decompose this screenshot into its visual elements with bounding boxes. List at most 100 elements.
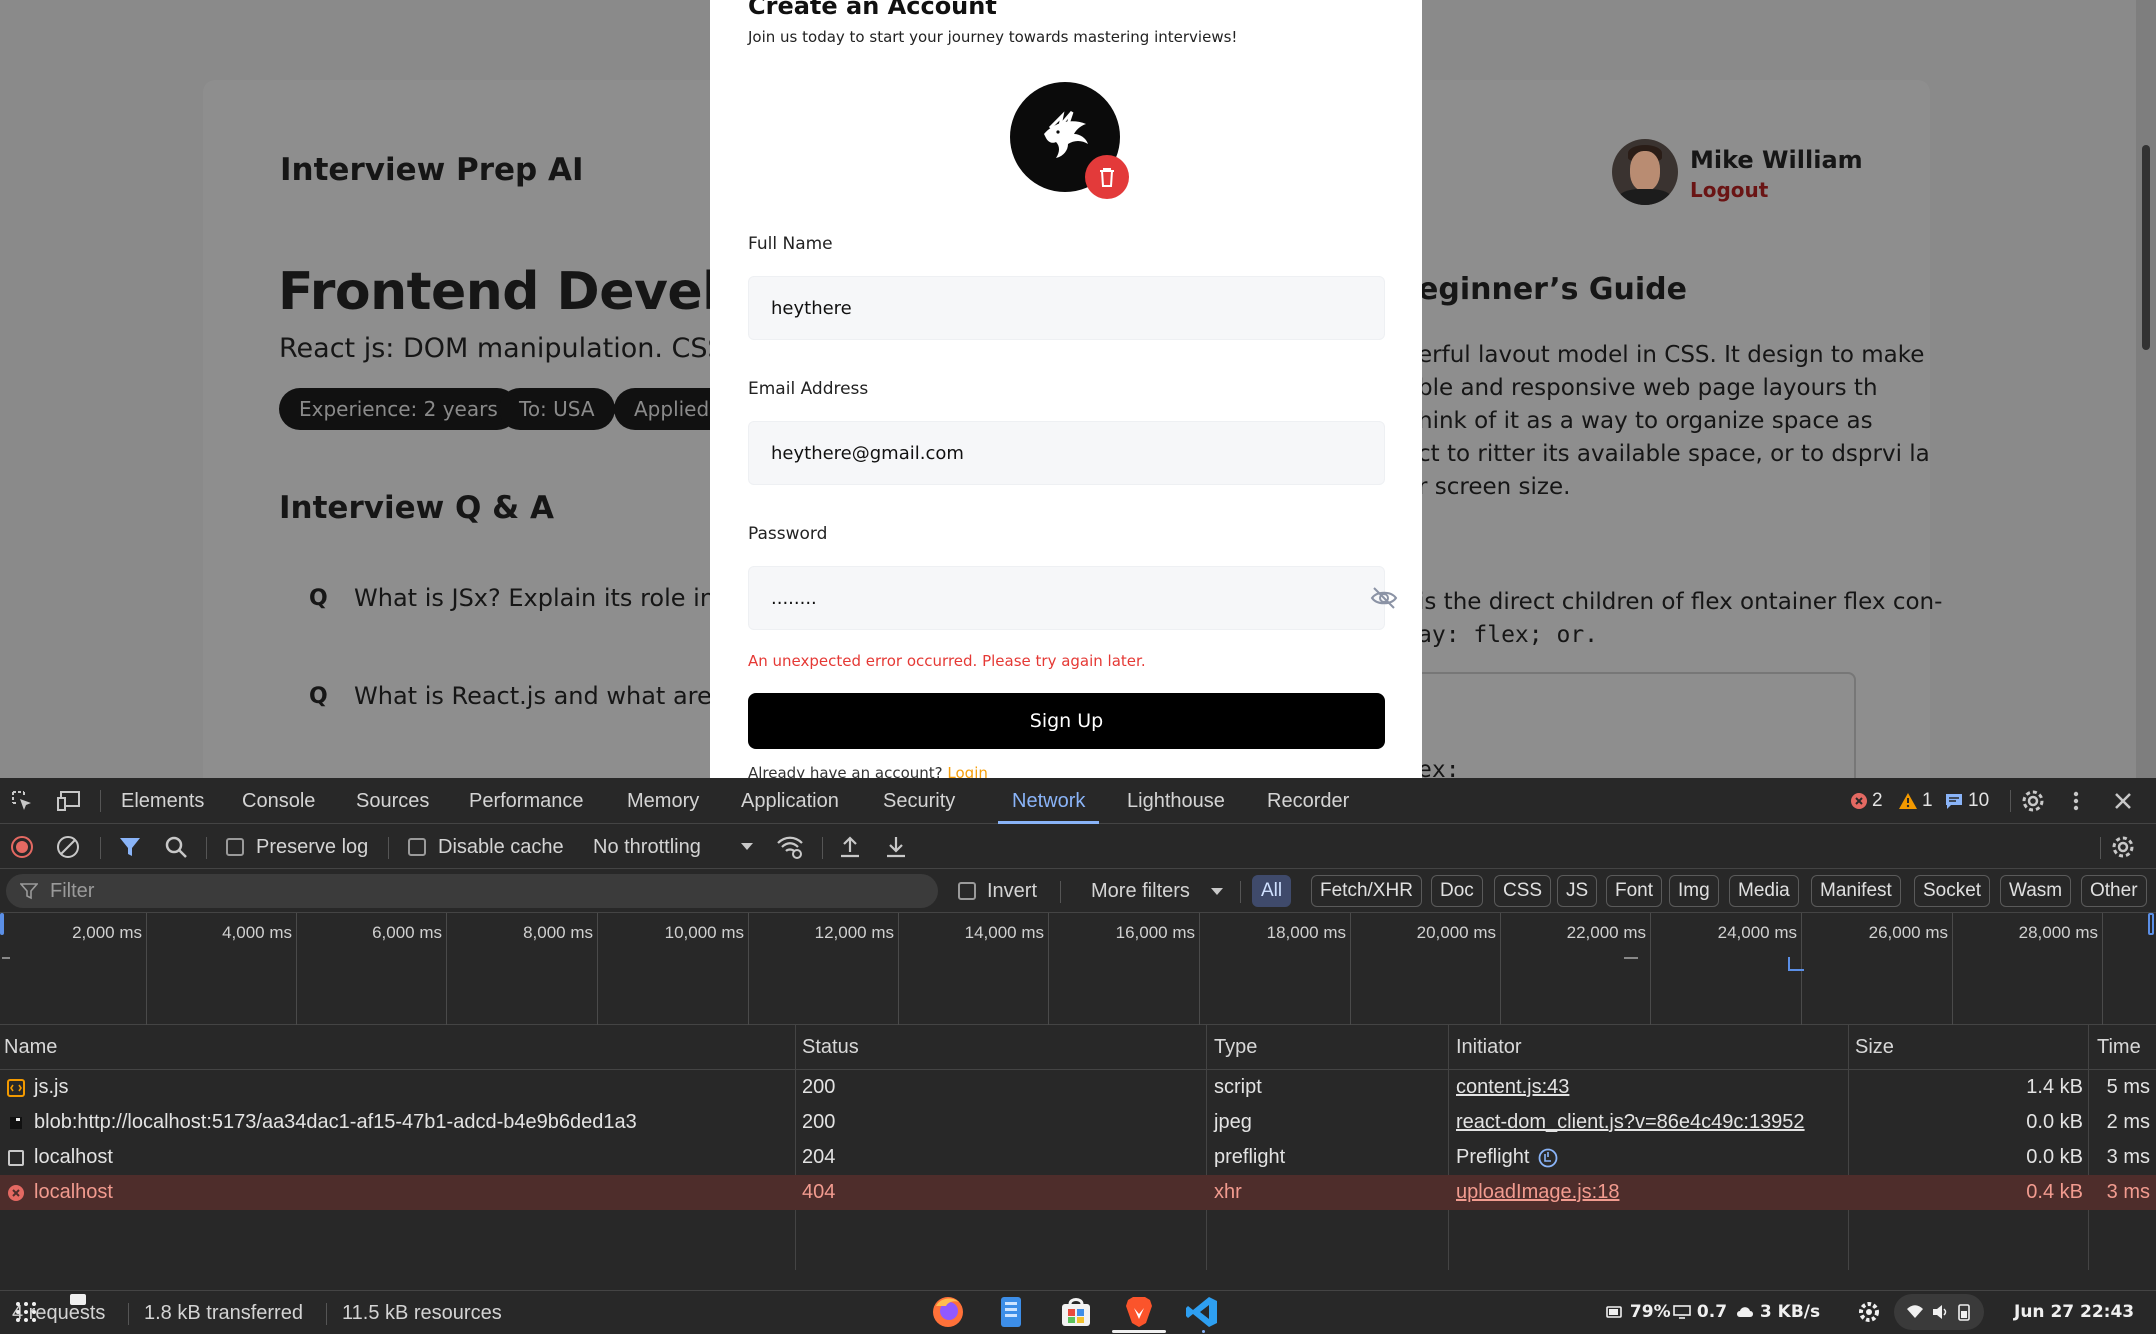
question-text[interactable]: What is JSx? Explain its role in Re bbox=[354, 584, 753, 612]
filter-chip-doc[interactable]: Doc bbox=[1431, 875, 1483, 907]
preserve-log-label[interactable]: Preserve log bbox=[256, 825, 368, 869]
table-row[interactable]: blob:http://localhost:5173/aa34dac1-af15… bbox=[0, 1105, 2156, 1140]
filter-chip-fetch-xhr[interactable]: Fetch/XHR bbox=[1311, 875, 1422, 907]
request-initiator: Preflight bbox=[1456, 1146, 1530, 1168]
tab-network[interactable]: Network bbox=[997, 778, 1100, 824]
column-header-name[interactable]: Name bbox=[4, 1025, 57, 1069]
filter-chip-css[interactable]: CSS bbox=[1494, 875, 1552, 907]
tab-sources[interactable]: Sources bbox=[356, 778, 429, 824]
vscode-icon[interactable] bbox=[1184, 1294, 1220, 1330]
invert-checkbox[interactable] bbox=[958, 882, 976, 900]
column-header-size[interactable]: Size bbox=[1855, 1025, 1894, 1069]
error-counter[interactable]: 2 bbox=[1850, 778, 1883, 824]
full-name-input[interactable]: heythere bbox=[748, 276, 1385, 340]
filter-chip-js[interactable]: JS bbox=[1557, 875, 1598, 907]
filter-chip-media[interactable]: Media bbox=[1729, 875, 1799, 907]
battery-indicator[interactable]: 79% bbox=[1606, 1290, 1671, 1334]
filter-chip-img[interactable]: Img bbox=[1669, 875, 1719, 907]
clear-icon[interactable] bbox=[56, 835, 80, 859]
tab-application[interactable]: Application bbox=[741, 778, 839, 824]
tab-memory[interactable]: Memory bbox=[627, 778, 699, 824]
quick-settings-pill[interactable] bbox=[1894, 1294, 1984, 1330]
table-row-error[interactable]: localhost 404 xhr uploadImage.js:18 0.4 … bbox=[0, 1175, 2156, 1210]
email-input[interactable]: heythere@gmail.com bbox=[748, 421, 1385, 485]
files-app-icon[interactable] bbox=[993, 1294, 1029, 1330]
network-conditions-icon[interactable] bbox=[776, 834, 804, 860]
timeline-tick-label: 18,000 ms bbox=[1266, 923, 1346, 942]
cpu-load-indicator[interactable]: 0.7 bbox=[1673, 1290, 1727, 1334]
network-overview-timeline[interactable]: 2,000 ms 4,000 ms 6,000 ms 8,000 ms 10,0… bbox=[0, 913, 2156, 1025]
request-initiator-link[interactable]: uploadImage.js:18 bbox=[1456, 1175, 1619, 1210]
chevron-down-icon[interactable] bbox=[740, 842, 754, 852]
column-header-time[interactable]: Time bbox=[2097, 1025, 2141, 1069]
network-speed-indicator[interactable]: 3 KB/s bbox=[1736, 1290, 1820, 1334]
more-filters-dropdown[interactable]: More filters bbox=[1091, 869, 1190, 913]
table-row[interactable]: js.js 200 script content.js:43 1.4 kB 5 … bbox=[0, 1070, 2156, 1105]
page-scrollbar-thumb[interactable] bbox=[2142, 145, 2150, 350]
timeline-range-handle[interactable] bbox=[0, 913, 4, 935]
table-row[interactable]: localhost 204 preflight Preflight 0.0 kB… bbox=[0, 1140, 2156, 1175]
filter-chip-wasm[interactable]: Wasm bbox=[2000, 875, 2072, 907]
brave-browser-icon[interactable] bbox=[1121, 1294, 1157, 1330]
request-time: 5 ms bbox=[2106, 1076, 2150, 1098]
settings-gear-icon[interactable] bbox=[2020, 788, 2046, 814]
filter-chip-all[interactable]: All bbox=[1252, 875, 1292, 907]
user-avatar[interactable] bbox=[1612, 139, 1678, 205]
tab-performance[interactable]: Performance bbox=[469, 778, 584, 824]
warning-counter[interactable]: 1 bbox=[1898, 778, 1933, 824]
timeline-range-handle[interactable] bbox=[2148, 913, 2154, 935]
invert-label[interactable]: Invert bbox=[987, 869, 1037, 913]
preserve-log-checkbox[interactable] bbox=[226, 838, 244, 856]
network-settings-gear-icon[interactable] bbox=[2110, 834, 2136, 860]
filter-chip-other[interactable]: Other bbox=[2081, 875, 2147, 907]
preflight-link-icon[interactable] bbox=[1538, 1148, 1558, 1168]
close-icon[interactable] bbox=[2112, 790, 2134, 812]
clock[interactable]: Jun 27 22:43 bbox=[2014, 1290, 2134, 1334]
tab-recorder[interactable]: Recorder bbox=[1267, 778, 1349, 824]
guide-code-line: ex: bbox=[1418, 757, 1460, 778]
column-header-type[interactable]: Type bbox=[1214, 1025, 1257, 1069]
guide-line: hink of it as a way to organize space as bbox=[1418, 408, 1873, 434]
firefox-icon[interactable] bbox=[930, 1294, 966, 1330]
message-counter[interactable]: 10 bbox=[1944, 778, 1989, 824]
filter-funnel-icon[interactable] bbox=[118, 835, 142, 859]
search-icon[interactable] bbox=[164, 835, 188, 859]
login-link[interactable]: Login bbox=[947, 764, 987, 778]
chevron-down-icon[interactable] bbox=[1210, 887, 1224, 897]
tab-lighthouse[interactable]: Lighthouse bbox=[1127, 778, 1225, 824]
request-initiator-link[interactable]: react-dom_client.js?v=86e4c49c:13952 bbox=[1456, 1105, 1805, 1140]
page-scrollbar-track[interactable] bbox=[2136, 0, 2156, 778]
system-settings-gear-icon[interactable] bbox=[1856, 1299, 1882, 1325]
request-initiator-link[interactable]: content.js:43 bbox=[1456, 1070, 1569, 1105]
tab-elements[interactable]: Elements bbox=[121, 778, 204, 824]
column-header-initiator[interactable]: Initiator bbox=[1456, 1025, 1522, 1069]
more-options-icon[interactable] bbox=[2070, 789, 2082, 813]
sign-up-button[interactable]: Sign Up bbox=[748, 693, 1385, 749]
software-store-icon[interactable] bbox=[1058, 1294, 1094, 1330]
filter-chip-socket[interactable]: Socket bbox=[1914, 875, 1991, 907]
password-input[interactable]: ........ bbox=[748, 566, 1398, 630]
logout-link[interactable]: Logout bbox=[1690, 178, 1768, 202]
eye-off-icon[interactable] bbox=[1369, 583, 1399, 613]
tab-security[interactable]: Security bbox=[883, 778, 955, 824]
import-har-icon[interactable] bbox=[838, 834, 862, 860]
disable-cache-label[interactable]: Disable cache bbox=[438, 825, 564, 869]
delete-photo-button[interactable] bbox=[1085, 155, 1129, 199]
export-har-icon[interactable] bbox=[884, 834, 908, 860]
device-toolbar-icon[interactable] bbox=[56, 789, 82, 813]
topics-line: React js: DOM manipulation. CSS Fle bbox=[279, 333, 773, 364]
disable-cache-checkbox[interactable] bbox=[408, 838, 426, 856]
request-status: 200 bbox=[802, 1076, 836, 1098]
app-launcher-icon[interactable] bbox=[10, 1296, 42, 1328]
inspect-element-icon[interactable] bbox=[10, 789, 34, 813]
column-header-status[interactable]: Status bbox=[802, 1025, 859, 1069]
question-text[interactable]: What is React.js and what are its r bbox=[354, 682, 765, 710]
tab-console[interactable]: Console bbox=[242, 778, 315, 824]
throttling-select[interactable]: No throttling bbox=[593, 825, 701, 869]
record-stop-icon[interactable] bbox=[10, 835, 34, 859]
full-name-value: heythere bbox=[771, 297, 852, 319]
filter-chip-font[interactable]: Font bbox=[1606, 875, 1663, 907]
overview-icon[interactable] bbox=[68, 1292, 90, 1308]
filter-input[interactable]: Filter bbox=[6, 874, 938, 908]
filter-chip-manifest[interactable]: Manifest bbox=[1811, 875, 1901, 907]
